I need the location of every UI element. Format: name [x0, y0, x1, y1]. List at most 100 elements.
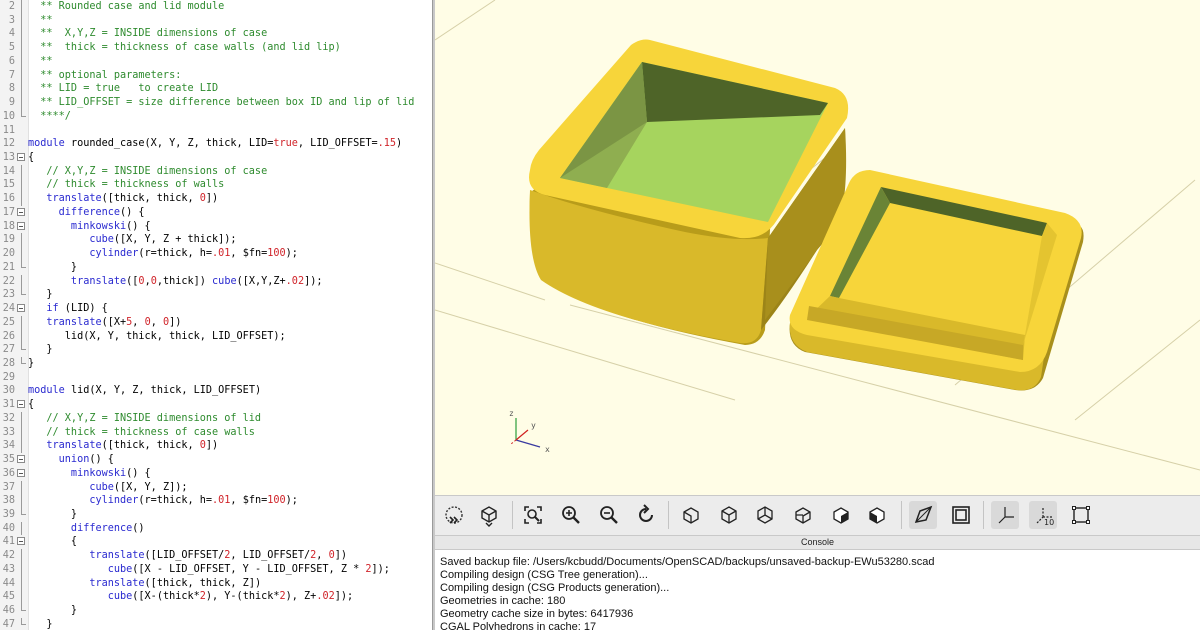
code-editor[interactable]: 2 ** Rounded case and lid module 3 ** 4 **…	[0, 0, 432, 630]
perspective-button[interactable]	[909, 501, 937, 529]
scale-markers-icon: 10	[1036, 507, 1054, 527]
view-all-button[interactable]	[519, 501, 547, 529]
render-button[interactable]	[475, 501, 503, 529]
line-number: 42	[2, 550, 15, 562]
view-bottom-button[interactable]	[751, 501, 779, 529]
fold-guide	[21, 480, 22, 495]
fold-toggle-icon[interactable]	[17, 400, 25, 409]
code-token: minkowski	[28, 220, 127, 232]
console-line: Compiling design (CSG Products generatio…	[440, 582, 670, 594]
code-token: .01	[212, 248, 231, 260]
fold-toggle-icon[interactable]	[17, 207, 25, 216]
view-left-button[interactable]	[789, 501, 817, 529]
code-text: if (LID) {	[28, 302, 107, 316]
line-number: 28	[2, 357, 15, 369]
code-text: ** LID = true to create LID	[28, 82, 218, 96]
code-token: , LID_OFFSET/	[230, 550, 311, 562]
code-token: cube	[28, 481, 114, 493]
show-axes-button[interactable]	[991, 501, 1019, 529]
code-token: ]);	[371, 563, 390, 575]
fold-toggle-icon[interactable]	[17, 153, 25, 162]
fold-guide	[21, 192, 22, 206]
code-line: 22 translate([0,0,thick]) cube([X,Y,Z+.0…	[0, 274, 432, 289]
view-right-button[interactable]	[677, 501, 705, 529]
code-token: .02	[316, 591, 335, 603]
code-token: ([X, Y, Z + thick]);	[113, 234, 237, 246]
axis-label-z: z	[509, 409, 514, 418]
code-line: 20 cylinder(r=thick, h=.01, $fn=100);	[0, 247, 432, 261]
code-token: ** thick = thickness of case walls (and …	[28, 42, 341, 54]
fold-toggle-icon[interactable]	[17, 221, 25, 230]
code-token: ([X-(thick*	[132, 591, 200, 603]
line-number: 7	[8, 69, 15, 81]
fold-toggle-icon[interactable]	[17, 304, 25, 313]
code-token: union	[28, 454, 90, 466]
code-token: ), Y-(thick*	[205, 591, 280, 603]
code-token: ([X,Y,Z+	[236, 275, 286, 287]
axes-indicator: z x y	[509, 409, 550, 454]
3d-viewport[interactable]: z x y	[435, 0, 1200, 495]
code-token: ])	[205, 193, 219, 205]
code-text: minkowski() {	[28, 220, 151, 234]
code-token: ([	[126, 275, 139, 287]
code-token: ** LID = true to create LID	[28, 83, 219, 95]
line-number: 14	[2, 165, 15, 177]
line-number: 43	[2, 563, 15, 575]
fold-end-guide	[21, 260, 26, 268]
code-token: cube	[28, 234, 114, 246]
zoom-in-button[interactable]	[557, 501, 585, 529]
code-text: }	[28, 604, 77, 618]
show-edges-button[interactable]	[1067, 501, 1095, 529]
code-line: 12 module rounded_case(X, Y, Z, thick, LI…	[0, 137, 432, 151]
reset-view-button[interactable]	[632, 501, 660, 529]
code-text: }	[28, 261, 77, 275]
line-number: 45	[2, 591, 15, 603]
preview-button[interactable]	[440, 501, 468, 529]
console-line: Geometry cache size in bytes: 6417936	[440, 608, 634, 620]
code-token: // thick = thickness of case walls	[28, 426, 255, 438]
code-line: 18 minkowski() {	[0, 220, 432, 234]
code-token: 100	[267, 248, 286, 260]
orthogonal-button[interactable]	[947, 501, 975, 529]
line-number: 12	[2, 138, 15, 150]
code-token: ()	[132, 522, 145, 534]
fold-guide	[21, 13, 22, 28]
line-number: 21	[2, 261, 15, 273]
line-number: 34	[2, 440, 15, 452]
fold-guide	[21, 315, 22, 330]
view-back-button[interactable]	[863, 501, 891, 529]
line-number: 40	[2, 522, 15, 534]
console-output[interactable]: Saved backup file: /Users/kcbudd/Documen…	[435, 550, 1200, 630]
code-token: ([thick, thick, Z])	[144, 577, 262, 589]
line-number: 36	[2, 467, 15, 479]
zoom-out-button[interactable]	[595, 501, 623, 529]
fold-toggle-icon[interactable]	[17, 455, 25, 464]
code-text: {	[28, 151, 34, 165]
code-text: lid(X, Y, thick, thick, LID_OFFSET);	[28, 330, 286, 344]
view-top-button[interactable]	[715, 501, 743, 529]
axes-icon	[998, 507, 1014, 524]
code-text: }	[28, 508, 77, 522]
code-line: 41 {	[0, 535, 432, 549]
line-number: 4	[8, 28, 15, 40]
code-token: ), Z+	[285, 591, 317, 603]
show-scale-markers-button[interactable]: 10	[1029, 501, 1057, 529]
code-token: () {	[120, 206, 145, 218]
code-line: 21 }	[0, 260, 432, 275]
code-token: ** optional parameters:	[28, 69, 182, 81]
viewport-canvas: z x y	[435, 0, 1200, 471]
code-token: }	[28, 605, 78, 617]
line-number: 11	[2, 124, 15, 136]
code-token: , LID_OFFSET=	[297, 138, 378, 150]
fold-toggle-icon[interactable]	[17, 537, 25, 546]
code-token: ,	[316, 550, 329, 562]
code-token: cube	[212, 275, 237, 287]
view-front-button[interactable]	[827, 501, 855, 529]
code-token: {	[28, 399, 35, 411]
console-title-bar: Console	[435, 535, 1200, 550]
console-title: Console	[800, 537, 835, 547]
fold-toggle-icon[interactable]	[17, 468, 25, 477]
line-number: 46	[2, 605, 15, 617]
code-token: (r=thick, h=	[138, 495, 213, 507]
code-line: 19 cube([X, Y, Z + thick]);	[0, 233, 432, 248]
